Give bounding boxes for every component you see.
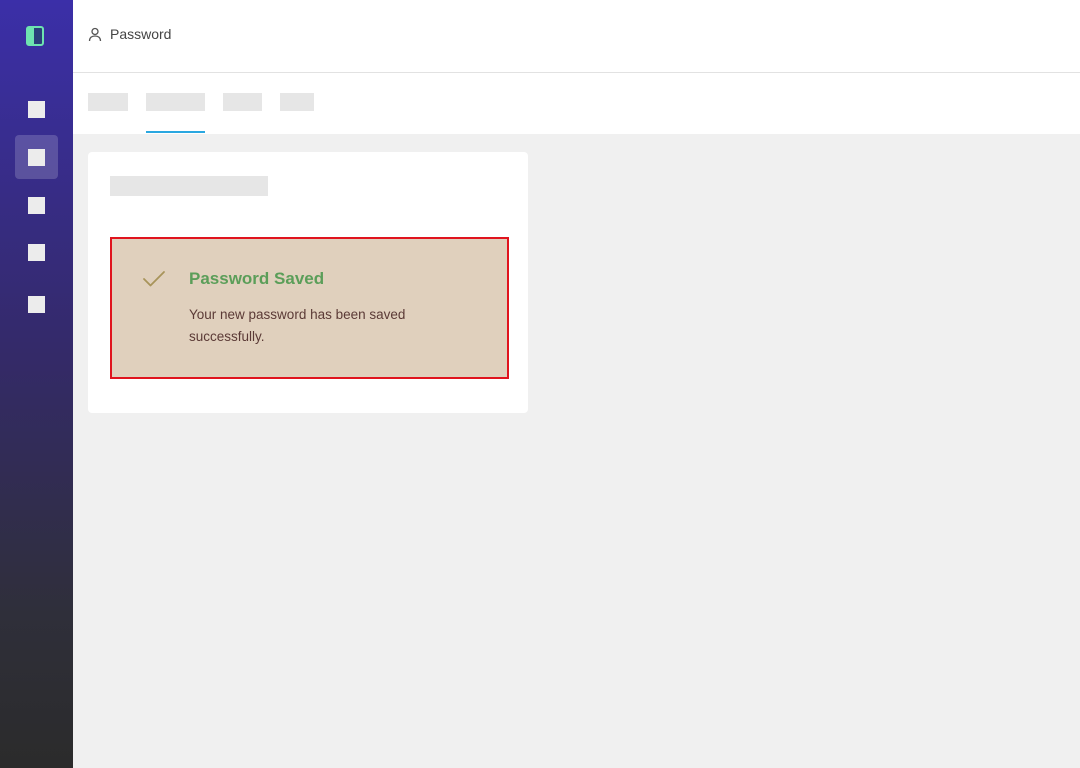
sidebar — [0, 0, 73, 768]
alert-message: Your new password has been saved success… — [189, 307, 406, 344]
nav-icon-3 — [28, 196, 45, 214]
sidebar-item-5[interactable] — [15, 282, 58, 326]
nav-icon-4 — [28, 243, 45, 261]
user-icon — [88, 27, 102, 42]
app-logo-icon[interactable] — [26, 26, 44, 46]
breadcrumb-label: Password — [110, 26, 172, 42]
check-icon — [142, 269, 166, 294]
nav-icon-2 — [28, 148, 45, 166]
app-root: Password Password Saved Your new passwor… — [0, 0, 1080, 768]
sidebar-item-2[interactable] — [15, 135, 58, 179]
top-header: Password — [73, 0, 1080, 73]
tab-3[interactable] — [223, 93, 262, 111]
tab-2-active[interactable] — [146, 93, 205, 111]
content-card: Password Saved Your new password has bee… — [88, 152, 528, 413]
alert-title: Password Saved — [189, 269, 325, 288]
logo-panel-shape — [34, 28, 42, 44]
success-alert: Password Saved Your new password has bee… — [110, 237, 509, 379]
tab-1[interactable] — [88, 93, 128, 111]
nav-icon-1 — [28, 100, 45, 118]
sidebar-item-4[interactable] — [15, 230, 58, 274]
sidebar-item-1[interactable] — [15, 87, 58, 131]
tab-4[interactable] — [280, 93, 314, 111]
breadcrumb: Password — [88, 26, 171, 42]
nav-icon-5 — [28, 295, 45, 313]
card-title-placeholder — [110, 176, 268, 196]
sidebar-item-3[interactable] — [15, 183, 58, 227]
tab-bar — [73, 73, 1080, 134]
tab-active-underline — [146, 131, 205, 133]
